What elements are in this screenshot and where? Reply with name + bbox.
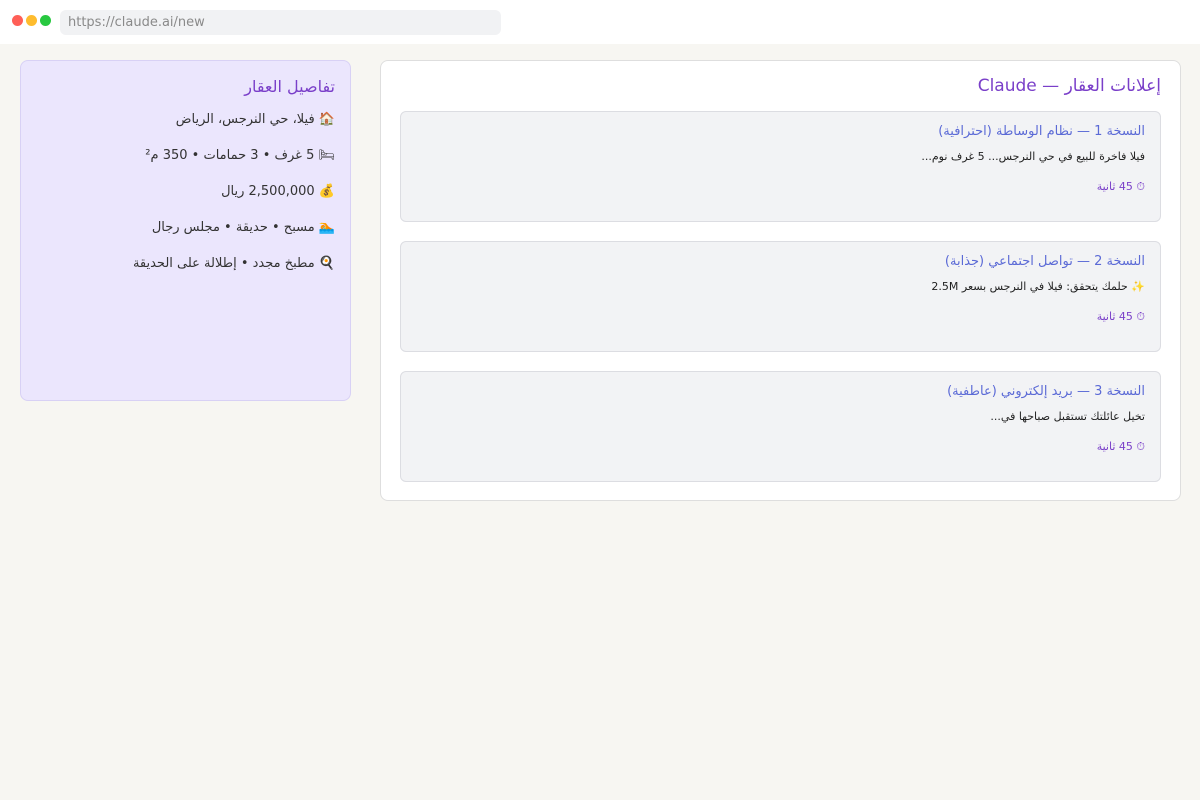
version-text: تخيل عائلتك تستقبل صباحها في... [990,410,1145,423]
version-title: النسخة 3 — بريد إلكتروني (عاطفية) [947,384,1145,399]
version-card-2[interactable]: النسخة 2 — تواصل اجتماعي (جذابة) ✨ حلمك … [400,241,1161,352]
detail-features: 🍳 مطبخ مجدد • إطلالة على الحديقة [132,256,335,271]
detail-amenities: 🏊 مسبح • حديقة • مجلس رجال [151,220,335,235]
address-bar[interactable]: https://claude.ai/new [60,10,501,35]
version-time: ⏱ 45 ثانية [1096,440,1145,453]
version-time: ⏱ 45 ثانية [1096,310,1145,323]
window-close-icon[interactable] [12,15,23,26]
version-card-1[interactable]: النسخة 1 — نظام الوساطة (احترافية) فيلا … [400,111,1161,222]
details-title: تفاصيل العقار [244,77,335,96]
detail-rooms: 🛏 5 غرف • 3 حمامات • 350 م² [145,148,335,163]
browser-toolbar: https://claude.ai/new [0,0,1200,44]
version-text: ✨ حلمك يتحقق: فيلا في النرجس بسعر 2.5M [931,280,1145,293]
property-details-panel: تفاصيل العقار 🏠 فيلا، حي النرجس، الرياض … [20,60,351,401]
version-time: ⏱ 45 ثانية [1096,180,1145,193]
window-minimize-icon[interactable] [26,15,37,26]
detail-location: 🏠 فيلا، حي النرجس، الرياض [175,112,335,127]
version-text: فيلا فاخرة للبيع في حي النرجس... 5 غرف ن… [921,150,1145,163]
listings-panel: إعلانات العقار — Claude النسخة 1 — نظام … [380,60,1181,501]
window-maximize-icon[interactable] [40,15,51,26]
version-card-3[interactable]: النسخة 3 — بريد إلكتروني (عاطفية) تخيل ع… [400,371,1161,482]
detail-price: 💰 2,500,000 ريال [221,184,335,199]
version-title: النسخة 1 — نظام الوساطة (احترافية) [938,124,1145,139]
page-title: إعلانات العقار — Claude [977,76,1161,96]
version-title: النسخة 2 — تواصل اجتماعي (جذابة) [944,254,1145,269]
